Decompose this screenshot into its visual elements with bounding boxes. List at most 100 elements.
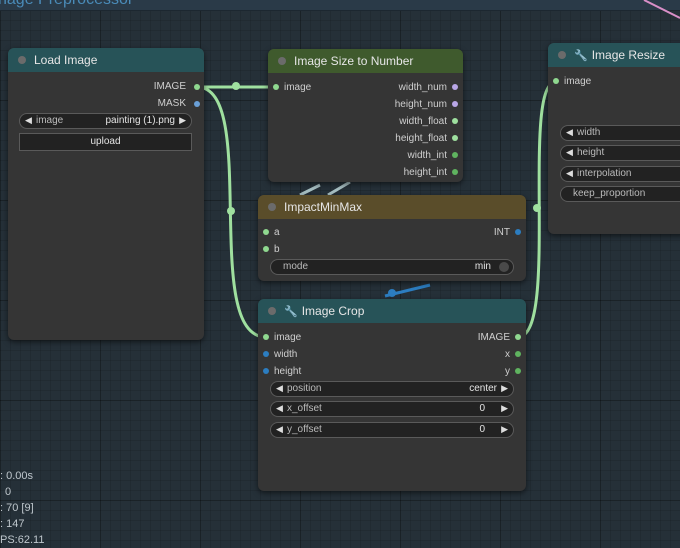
render-stats: : 0.00s 0 : 70 [9] : 147 PS:62.11 — [0, 468, 44, 548]
output-slot-width-float[interactable] — [452, 118, 458, 124]
stat-line: PS:62.11 — [0, 534, 45, 546]
upload-button[interactable]: upload — [19, 133, 192, 151]
collapse-dot-icon[interactable] — [18, 56, 26, 64]
toggle-knob-icon[interactable] — [499, 262, 509, 272]
output-slot-height-num[interactable] — [452, 101, 458, 107]
node-title: Image Resize — [591, 48, 666, 62]
output-slot-y[interactable] — [515, 368, 521, 374]
collapse-dot-icon[interactable] — [558, 51, 566, 59]
input-label-a: a — [274, 227, 280, 238]
output-slot-mask[interactable] — [194, 101, 200, 107]
impact-min-max-node[interactable]: ImpactMinMax a b INT mode min — [258, 195, 526, 281]
widget-value: 0 — [479, 403, 485, 414]
wire-reroute-c — [533, 204, 541, 212]
output-label: width_int — [407, 150, 447, 161]
stat-line: : 147 — [0, 518, 25, 530]
output-label: height_float — [395, 133, 447, 144]
output-label-mask: MASK — [157, 98, 186, 109]
input-slot-a[interactable] — [263, 229, 269, 235]
stat-line: : 0.00s — [0, 470, 34, 482]
x-offset-widget[interactable]: ◀ x_offset 0 ▶ — [270, 401, 514, 417]
input-label-image: image — [564, 76, 592, 87]
widget-value: painting (1).png — [105, 115, 176, 126]
arrow-left-icon[interactable]: ◀ — [566, 127, 573, 138]
node-title: ImpactMinMax — [284, 200, 363, 214]
input-slot-b[interactable] — [263, 246, 269, 252]
wire-offscreen — [643, 0, 680, 19]
arrow-left-icon[interactable]: ◀ — [276, 403, 283, 414]
output-slot-height-int[interactable] — [452, 169, 458, 175]
output-label: x — [505, 349, 510, 360]
widget-label: mode — [283, 261, 309, 272]
output-slot-x[interactable] — [515, 351, 521, 357]
height-widget[interactable]: ◀ height — [560, 145, 680, 161]
widget-label: width — [577, 127, 601, 138]
output-slot-height-float[interactable] — [452, 135, 458, 141]
input-label: height — [274, 366, 302, 377]
input-slot-image[interactable] — [263, 334, 269, 340]
input-label-image: image — [284, 82, 312, 93]
wire-bg-2 — [327, 180, 351, 197]
width-widget[interactable]: ◀ width — [560, 125, 680, 141]
image-resize-node[interactable]: 🔧 Image Resize image ◀ width ◀ height ◀ i… — [548, 43, 680, 234]
node-title: Load Image — [34, 53, 98, 67]
output-label: height_num — [394, 99, 447, 110]
output-label: width_float — [399, 116, 447, 127]
output-label: width_num — [398, 82, 447, 93]
output-slot-image[interactable] — [515, 334, 521, 340]
output-slot-width-num[interactable] — [452, 84, 458, 90]
input-slot-image[interactable] — [273, 84, 279, 90]
collapse-dot-icon[interactable] — [268, 203, 276, 211]
output-slot-int[interactable] — [515, 229, 521, 235]
y-offset-widget[interactable]: ◀ y_offset 0 ▶ — [270, 422, 514, 438]
input-slot-image[interactable] — [553, 78, 559, 84]
collapse-dot-icon[interactable] — [268, 307, 276, 315]
load-image-node[interactable]: Load Image IMAGE MASK ◀ image painting (… — [8, 48, 204, 340]
widget-label: interpolation — [577, 168, 632, 179]
wire-bg-1 — [299, 183, 321, 197]
interpolation-widget[interactable]: ◀ interpolation — [560, 166, 680, 182]
node-title: Image Crop — [301, 304, 365, 318]
output-slot-width-int[interactable] — [452, 152, 458, 158]
arrow-left-icon[interactable]: ◀ — [276, 383, 283, 394]
widget-label: x_offset — [287, 403, 322, 414]
image-crop-title[interactable]: 🔧 Image Crop — [258, 299, 526, 323]
mode-toggle-widget[interactable]: mode min — [270, 259, 514, 275]
widget-value: 0 — [479, 424, 485, 435]
arrow-left-icon[interactable]: ◀ — [566, 168, 573, 179]
output-label: height_int — [403, 167, 447, 178]
output-label: y — [505, 366, 510, 377]
arrow-right-icon[interactable]: ▶ — [501, 424, 508, 435]
image-resize-title[interactable]: 🔧 Image Resize — [548, 43, 680, 67]
input-label-b: b — [274, 244, 280, 255]
output-slot-image[interactable] — [194, 84, 200, 90]
collapse-dot-icon[interactable] — [278, 57, 286, 65]
arrow-left-icon[interactable]: ◀ — [25, 115, 32, 126]
widget-label: keep_proportion — [573, 188, 646, 199]
image-combo-widget[interactable]: ◀ image painting (1).png ▶ — [19, 113, 192, 129]
load-image-title[interactable]: Load Image — [8, 48, 204, 72]
input-slot-width[interactable] — [263, 351, 269, 357]
image-size-title[interactable]: Image Size to Number — [268, 49, 463, 73]
arrow-right-icon[interactable]: ▶ — [179, 115, 186, 126]
position-widget[interactable]: ◀ position center ▶ — [270, 381, 514, 397]
output-label-image: IMAGE — [153, 81, 186, 92]
widget-label: height — [577, 147, 605, 158]
input-label: width — [274, 349, 298, 360]
arrow-right-icon[interactable]: ▶ — [501, 403, 508, 414]
stat-line: 0 — [5, 486, 12, 498]
arrow-right-icon[interactable]: ▶ — [501, 383, 508, 394]
image-size-to-number-node[interactable]: Image Size to Number image width_num hei… — [268, 49, 463, 182]
image-crop-node[interactable]: 🔧 Image Crop image width height IMAGE x y… — [258, 299, 526, 491]
widget-label: position — [287, 383, 322, 394]
impact-min-max-title[interactable]: ImpactMinMax — [258, 195, 526, 219]
stat-line: : 70 [9] — [0, 502, 34, 514]
widget-value: center — [469, 383, 497, 394]
wire-reroute-b — [227, 207, 235, 215]
wrench-icon: 🔧 — [284, 306, 298, 318]
input-slot-height[interactable] — [263, 368, 269, 374]
arrow-left-icon[interactable]: ◀ — [276, 424, 283, 435]
arrow-left-icon[interactable]: ◀ — [566, 147, 573, 158]
keep-proportion-widget[interactable]: keep_proportion — [560, 186, 680, 202]
output-label: IMAGE — [477, 332, 510, 343]
